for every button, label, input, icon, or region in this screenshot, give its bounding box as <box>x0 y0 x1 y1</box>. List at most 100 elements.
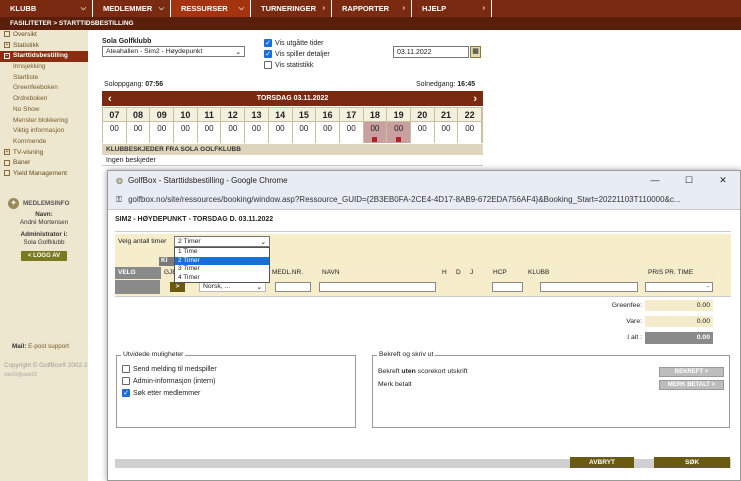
hour-cell[interactable]: 16 00 <box>316 108 340 143</box>
sidebar-list: Oversikt + Statistikk − Starttidsbestilling I… <box>0 30 88 180</box>
name-input[interactable] <box>319 282 436 292</box>
hour-slot[interactable]: 00 <box>316 121 339 143</box>
nav-ressurser[interactable]: RESSURSER ⌵ <box>171 0 251 17</box>
hour-cell[interactable]: 12 00 <box>221 108 246 143</box>
popup-address-bar[interactable]: ⚿ golfbox.no/site/ressources/booking/win… <box>108 190 740 210</box>
hour-cell[interactable]: 19 00 <box>387 108 411 143</box>
sidebar-item[interactable]: Greenfeeboken <box>0 83 88 94</box>
hour-slot[interactable]: 00 <box>458 121 481 143</box>
hour-label: 21 <box>434 108 458 121</box>
popup-content: SIM2 - HØYDEPUNKT - TORSDAG D. 03.11.202… <box>108 210 740 480</box>
hour-label: 17 <box>339 108 363 121</box>
mark-paid-button[interactable]: MERK BETALT > <box>659 380 724 390</box>
checkbox-icon: ✓ <box>122 389 130 397</box>
logout-button[interactable]: < LOGG AV <box>21 251 67 261</box>
hour-slot[interactable]: 00 <box>387 121 410 143</box>
hour-cell[interactable]: 18 00 <box>363 108 388 143</box>
hour-slot[interactable]: 00 <box>268 121 292 143</box>
sidebar-item[interactable]: Startliste <box>0 73 88 84</box>
nav-turneringer[interactable]: TURNERINGER › <box>251 0 332 17</box>
site-info-icon[interactable]: ⚿ <box>116 195 122 205</box>
sidebar-item-label: Oversikt <box>13 31 37 38</box>
hour-cell[interactable]: 10 00 <box>174 108 198 143</box>
minimize-icon[interactable]: — <box>638 175 672 186</box>
hour-cell[interactable]: 17 00 <box>339 108 364 143</box>
next-day-icon[interactable]: › <box>473 93 477 105</box>
hour-slot[interactable]: 00 <box>292 121 316 143</box>
hour-slot[interactable]: 00 <box>221 121 245 143</box>
previous-day-icon[interactable]: ‹ <box>108 93 112 105</box>
club-messages-header: KLUBBESKJEDER FRA SOLA GOLFKLUBB <box>102 144 483 155</box>
sidebar-item-label: Viktig informasjon <box>13 127 65 135</box>
sidebar-item[interactable]: Baner <box>0 158 88 169</box>
hour-slot[interactable]: 00 <box>410 121 434 143</box>
hour-slot[interactable]: 00 <box>197 121 221 143</box>
hours-option-selected[interactable]: 2 Timer <box>175 256 269 265</box>
search-members-checkbox[interactable]: ✓ Søk etter medlemmer <box>122 389 217 397</box>
hcp-input[interactable] <box>492 282 523 292</box>
close-icon[interactable]: ✕ <box>706 175 740 186</box>
price-select[interactable]: - <box>645 282 713 292</box>
nav-medlemmer[interactable]: MEDLEMMER ⌵ <box>93 0 171 17</box>
sidebar-item[interactable]: Ordreboken <box>0 94 88 105</box>
sidebar-item[interactable]: Menster blokkering <box>0 116 88 127</box>
hour-cell[interactable]: 20 00 <box>410 108 435 143</box>
nav-klubb[interactable]: KLUBB ⌵ <box>0 0 93 17</box>
sidebar-item-label: Innsjekking <box>13 63 46 71</box>
hours-option[interactable]: 1 Time <box>175 248 269 257</box>
window-controls: — ☐ ✕ <box>638 175 740 186</box>
show-player-details-checkbox[interactable]: ✓ Vis spiller detaljer <box>264 50 330 58</box>
hour-slot[interactable]: 00 <box>434 121 458 143</box>
hours-select[interactable]: 2 Timer ⌄ <box>174 236 270 247</box>
hour-cell[interactable]: 15 00 <box>292 108 317 143</box>
resource-select[interactable]: Ateahallen - Sim2 - Høydepunkt ⌄ <box>102 46 245 57</box>
show-statistics-checkbox[interactable]: Vis statistikk <box>264 61 330 69</box>
hours-option[interactable]: 4 Timer <box>175 274 269 283</box>
hour-cell[interactable]: 22 00 <box>458 108 482 143</box>
admin-info-checkbox[interactable]: Admin-informasjon (intern) <box>122 377 217 385</box>
mail-support-link[interactable]: E-post support <box>28 343 69 350</box>
sidebar-item[interactable]: No Show <box>0 105 88 116</box>
cancel-button[interactable]: AVBRYT <box>570 457 634 468</box>
member-info: ✦ MEDLEMSINFO Navn: André Mortensen Admi… <box>4 198 84 261</box>
hour-slot[interactable]: 00 <box>150 121 174 143</box>
hour-cell[interactable]: 07 00 <box>103 108 127 143</box>
sidebar-item[interactable]: Oversikt <box>0 30 88 41</box>
checkbox-icon <box>122 365 130 373</box>
hour-slot[interactable]: 00 <box>126 121 150 143</box>
date-input[interactable]: 03.11.2022 <box>393 46 469 58</box>
sidebar-item[interactable]: + TV-visning <box>0 148 88 159</box>
hour-cell[interactable]: 13 00 <box>245 108 269 143</box>
hour-slot[interactable]: 00 <box>363 121 387 143</box>
calendar-icon[interactable]: ▦ <box>470 46 481 58</box>
maximize-icon[interactable]: ☐ <box>672 175 706 186</box>
member-number-input[interactable] <box>275 282 311 292</box>
hour-cell[interactable]: 21 00 <box>434 108 459 143</box>
chevron-down-icon: ⌵ <box>80 4 86 12</box>
hour-slot[interactable]: 00 <box>174 121 197 143</box>
hour-slot[interactable]: 00 <box>245 121 268 143</box>
nav-rapporter[interactable]: RAPPORTER › <box>332 0 412 17</box>
hour-cell[interactable]: 11 00 <box>197 108 222 143</box>
sidebar-item[interactable]: + Statistikk <box>0 41 88 52</box>
sidebar-item[interactable]: − Starttidsbestilling <box>0 51 88 63</box>
confirm-button[interactable]: BEKREFT > <box>659 367 724 377</box>
checkbox-icon <box>264 61 272 69</box>
sidebar-item[interactable]: Viktig informasjon <box>0 126 88 137</box>
hour-cell[interactable]: 14 00 <box>268 108 293 143</box>
club-input[interactable] <box>540 282 638 292</box>
sidebar-item[interactable]: Kommende <box>0 137 88 148</box>
select-player-button[interactable]: > <box>170 282 185 292</box>
hours-option[interactable]: 3 Timer <box>175 265 269 274</box>
show-expired-checkbox[interactable]: ✓ Vis utgåtte tider <box>264 39 330 47</box>
hour-slot[interactable]: 00 <box>103 121 126 143</box>
send-message-checkbox[interactable]: Send melding til medspiller <box>122 365 217 373</box>
hour-cell[interactable]: 09 00 <box>150 108 175 143</box>
hour-cell[interactable]: 08 00 <box>126 108 151 143</box>
search-button[interactable]: SØK <box>654 457 730 468</box>
sidebar-item[interactable]: Innsjekking <box>0 62 88 73</box>
hour-slot[interactable]: 00 <box>339 121 363 143</box>
nav-hjelp[interactable]: HJELP › <box>412 0 492 17</box>
sidebar-item[interactable]: Yield Management <box>0 169 88 180</box>
hours-selected-value: 2 Timer <box>178 238 201 245</box>
